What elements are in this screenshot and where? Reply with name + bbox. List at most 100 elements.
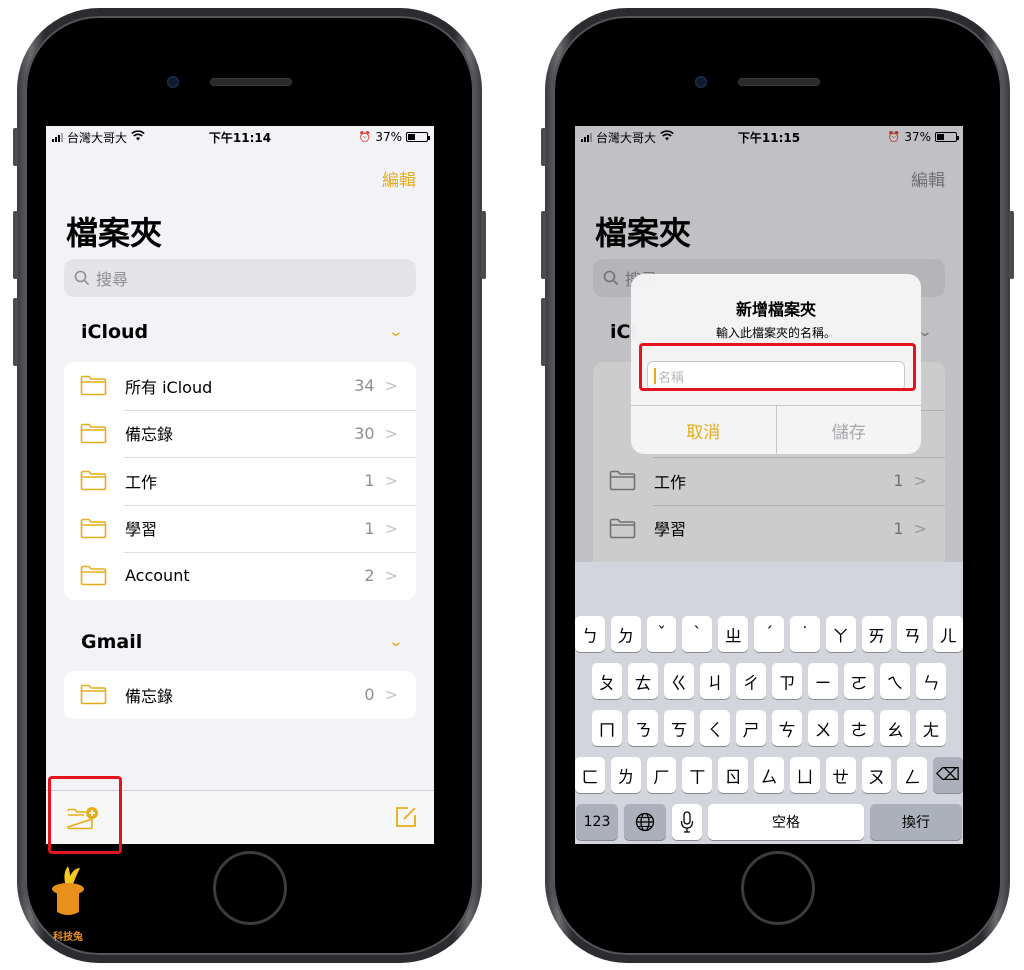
section-title: iCloud: [81, 321, 149, 343]
volume-up-button: [541, 211, 546, 279]
wifi-icon: [131, 130, 145, 144]
front-camera: [166, 76, 179, 88]
folder-icon: [80, 565, 107, 586]
zhuyin-key[interactable]: ㄎ: [664, 710, 694, 746]
folder-icon: [80, 470, 107, 491]
folder-row[interactable]: Account 2 >: [64, 552, 416, 600]
section-header-gmail[interactable]: Gmail ⌄: [81, 631, 416, 653]
zhuyin-key[interactable]: ㄝ: [825, 757, 856, 793]
zhuyin-key[interactable]: ㄘ: [772, 710, 802, 746]
mic-key[interactable]: [672, 804, 702, 840]
folder-icon: [80, 684, 107, 705]
globe-icon: [635, 812, 655, 832]
search-icon: [74, 270, 90, 286]
zhuyin-key[interactable]: ㄗ: [772, 663, 802, 699]
chevron-down-icon[interactable]: ⌄: [388, 634, 404, 650]
backspace-key[interactable]: ⌫: [933, 757, 963, 793]
section-title: Gmail: [81, 631, 143, 653]
zhuyin-key[interactable]: ㄓ: [718, 616, 749, 652]
edit-button[interactable]: 編輯: [382, 166, 416, 191]
zhuyin-key[interactable]: ㄙ: [754, 757, 784, 793]
compose-button[interactable]: [394, 805, 418, 829]
zhuyin-key[interactable]: ㄔ: [736, 663, 766, 699]
status-time: 下午11:14: [208, 130, 272, 145]
home-button[interactable]: [740, 851, 815, 925]
folder-row[interactable]: 學習 1 >: [64, 504, 416, 553]
folder-row[interactable]: 所有 iCloud 34 >: [64, 362, 416, 410]
folder-row[interactable]: 工作 1 >: [64, 457, 416, 505]
zhuyin-key[interactable]: ㄣ: [916, 663, 946, 699]
zhuyin-key[interactable]: ˊ: [754, 616, 784, 652]
zhuyin-key[interactable]: ˇ: [646, 616, 677, 652]
chevron-right-icon: >: [384, 423, 398, 443]
zhuyin-key[interactable]: ㄑ: [700, 710, 730, 746]
highlight-new-folder: [48, 776, 122, 854]
volume-up-button: [13, 211, 18, 279]
zhuyin-key[interactable]: ㄞ: [861, 616, 892, 652]
chevron-right-icon: >: [384, 685, 398, 705]
right-screen: 台灣大哥大 下午11:15 ⏰ 37% 編輯 檔案夾 搜尋 iCl ⌄ 工作 1…: [575, 126, 963, 844]
signal-icon: [52, 132, 63, 142]
zhuyin-key[interactable]: ˙: [789, 616, 820, 652]
folder-row[interactable]: 備忘錄 30 >: [64, 409, 416, 458]
chevron-down-icon[interactable]: ⌄: [388, 324, 404, 340]
zhuyin-key[interactable]: ㄏ: [646, 757, 677, 793]
power-button: [481, 211, 486, 279]
globe-key[interactable]: [624, 804, 666, 840]
numbers-key[interactable]: 123: [576, 804, 618, 840]
zhuyin-key[interactable]: ㄤ: [916, 710, 946, 746]
mute-switch: [13, 128, 18, 166]
folder-name: 工作: [125, 472, 158, 492]
zhuyin-key[interactable]: ㄐ: [700, 663, 730, 699]
zhuyin-key[interactable]: ㄊ: [628, 663, 658, 699]
alarm-icon: ⏰: [358, 131, 372, 143]
battery-percent: 37%: [375, 130, 402, 144]
zhuyin-key[interactable]: ㄦ: [933, 616, 963, 652]
zhuyin-key[interactable]: ㄩ: [789, 757, 820, 793]
icloud-folder-list: 所有 iCloud 34 > 備忘錄 30 > 工作 1 > 學習 1 > Ac…: [64, 362, 416, 600]
zhuyin-key[interactable]: ㄌ: [610, 757, 641, 793]
zhuyin-key[interactable]: ㄇ: [592, 710, 622, 746]
folder-icon: [80, 375, 107, 396]
carrier-label: 台灣大哥大: [67, 130, 128, 145]
zhuyin-key[interactable]: ㄒ: [682, 757, 713, 793]
folder-name: Account: [125, 566, 190, 586]
zhuyin-key[interactable]: ㄥ: [897, 757, 928, 793]
section-header-icloud[interactable]: iCloud ⌄: [81, 321, 416, 343]
zhuyin-key[interactable]: ㄉ: [610, 616, 641, 652]
zhuyin-key[interactable]: ㄡ: [861, 757, 892, 793]
zhuyin-key[interactable]: ㄠ: [880, 710, 910, 746]
zhuyin-key[interactable]: ˋ: [682, 616, 713, 652]
return-key[interactable]: 換行: [870, 804, 962, 840]
space-key[interactable]: 空格: [708, 804, 864, 840]
folder-row[interactable]: 備忘錄 0 >: [64, 671, 416, 719]
zhuyin-key[interactable]: ㄢ: [897, 616, 928, 652]
zhuyin-key[interactable]: ㄨ: [808, 710, 838, 746]
home-button[interactable]: [212, 851, 287, 925]
zhuyin-key[interactable]: ㄍ: [664, 663, 694, 699]
search-input[interactable]: 搜尋: [64, 259, 416, 297]
zhuyin-key[interactable]: ㄋ: [628, 710, 658, 746]
watermark-logo: 科技兔: [45, 862, 91, 943]
zhuyin-key[interactable]: ㄆ: [592, 663, 622, 699]
zhuyin-key[interactable]: ㄧ: [808, 663, 838, 699]
zhuyin-key[interactable]: ㄜ: [844, 710, 874, 746]
zhuyin-key[interactable]: ㄖ: [718, 757, 749, 793]
zhuyin-key[interactable]: ㄅ: [575, 616, 605, 652]
save-button[interactable]: 儲存: [775, 406, 922, 454]
zhuyin-key[interactable]: ㄛ: [844, 663, 874, 699]
zhuyin-key[interactable]: ㄟ: [880, 663, 910, 699]
zhuyin-key[interactable]: ㄈ: [575, 757, 605, 793]
folder-name: 備忘錄: [125, 686, 174, 706]
volume-down-button: [541, 298, 546, 366]
gmail-folder-list: 備忘錄 0 >: [64, 671, 416, 719]
chevron-right-icon: >: [384, 518, 398, 538]
chevron-right-icon: >: [384, 471, 398, 491]
zhuyin-key[interactable]: ㄚ: [825, 616, 856, 652]
zhuyin-key[interactable]: ㄕ: [736, 710, 766, 746]
zhuyin-keyboard: ㄅㄉ ˇ ˋ ㄓ ˊ ˙ ㄚㄞㄢㄦ ㄆㄊㄍㄐㄔㄗㄧㄛㄟㄣ ㄇㄋㄎㄑㄕㄘㄨㄜㄠㄤ ㄈㄌㄏㄒㄖㄙ…: [575, 562, 963, 844]
search-placeholder: 搜尋: [96, 270, 129, 289]
cancel-button[interactable]: 取消: [631, 406, 776, 454]
dialog-title: 新增檔案夾: [735, 300, 816, 319]
folder-count: 2: [364, 566, 375, 586]
